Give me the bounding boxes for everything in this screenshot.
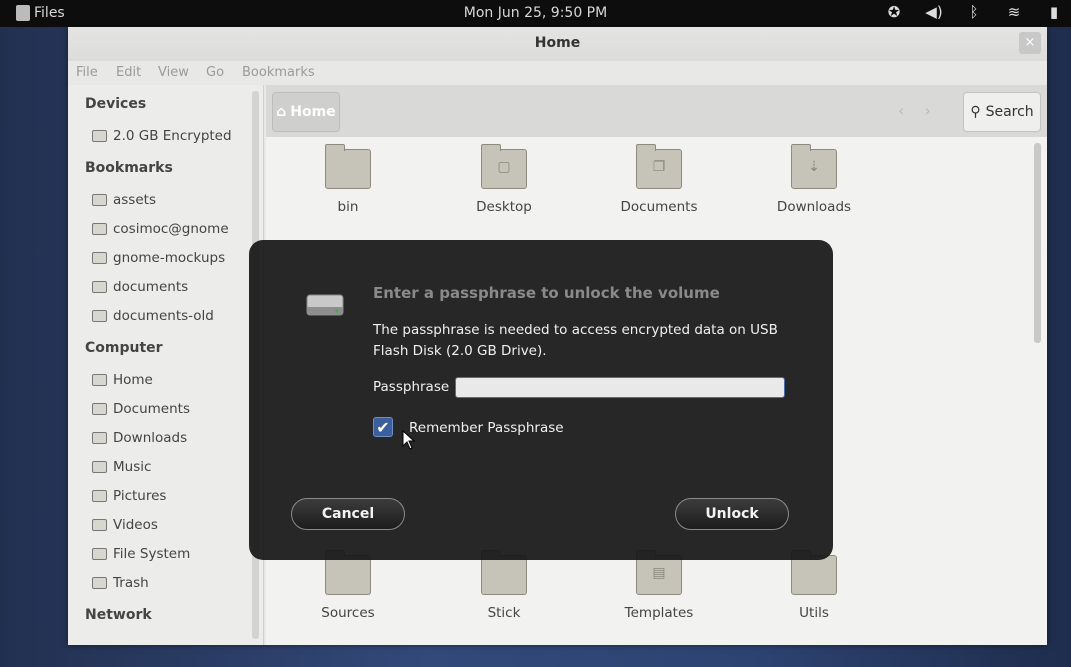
passphrase-label: Passphrase (373, 379, 450, 395)
unlock-button[interactable]: Unlock (675, 498, 789, 530)
remember-passphrase-label[interactable]: Remember Passphrase (409, 420, 564, 436)
checkmark-icon: ✔ (376, 418, 390, 437)
passphrase-input[interactable] (455, 377, 785, 398)
dialog-title: Enter a passphrase to unlock the volume (373, 284, 720, 302)
unlock-volume-dialog: Enter a passphrase to unlock the volume … (249, 240, 833, 560)
dialog-layer: Enter a passphrase to unlock the volume … (0, 0, 1071, 667)
drive-icon (306, 294, 344, 316)
dialog-message: The passphrase is needed to access encry… (373, 322, 778, 359)
remember-passphrase-checkbox[interactable]: ✔ (373, 417, 393, 437)
mouse-cursor-icon (402, 430, 416, 450)
cancel-button[interactable]: Cancel (291, 498, 405, 530)
